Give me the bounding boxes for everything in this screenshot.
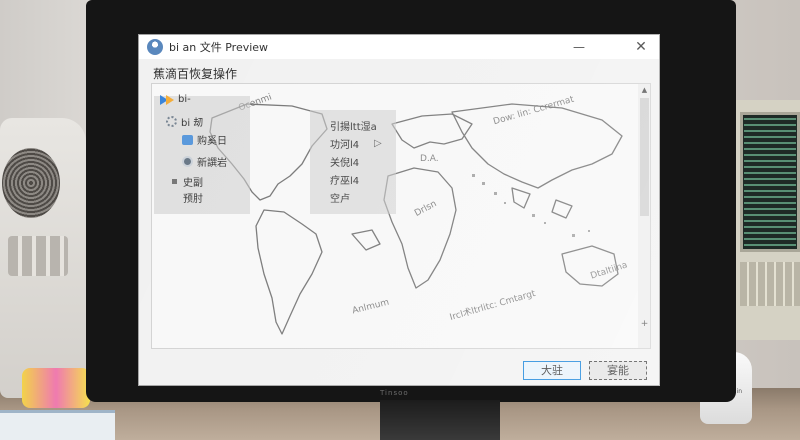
preview-panel[interactable]: Ocenmi Dow: lin: Ccrermat Drlsn Dtaltiin… [151,83,651,349]
preview-dialog: bi an 文件 Preview — ✕ 蕉滴百恢复操作 Ocenmi Dow:… [138,34,660,386]
window-title: bi an 文件 Preview [169,41,269,54]
monitor-stand [380,400,500,440]
scroll-up-button[interactable]: ▲ [638,84,650,96]
expand-arrow-icon[interactable]: ▷ [374,138,382,149]
close-button[interactable]: ✕ [621,35,661,59]
gear-icon [166,116,177,127]
cancel-button[interactable]: 宴能 [589,361,647,380]
circle-icon [182,156,193,167]
confirm-button[interactable]: 大驻 [523,361,581,380]
folder-tree: bi- bi 刼 购奚日 新譔岩 史副 预肘 [154,94,250,214]
scroll-down-button[interactable]: + [638,318,650,330]
tree-item[interactable]: 史副 [172,174,203,189]
tree-item[interactable]: 新譔岩 [182,154,227,169]
dialog-heading: 蕉滴百恢复操作 [153,67,238,81]
retro-screen-text [744,118,796,246]
app-icon [147,39,163,55]
tree-item[interactable]: bi 刼 [166,114,203,129]
tree-item[interactable]: 预肘 [183,190,203,205]
titlebar[interactable]: bi an 文件 Preview — ✕ [139,35,659,59]
retro-keyboard [740,262,800,306]
vertical-scrollbar[interactable]: ▲ + [638,84,650,348]
tree-item-label: 史副 [183,178,203,189]
square-bullet-icon [172,179,177,184]
tree-item-label: 购奚日 [197,136,227,147]
detail-list: 引揚ltt湿a 功河l4 关倪l4 疗巫l4 空卢 ▷ [310,110,396,214]
list-item[interactable]: 功河l4 [330,136,359,151]
colorful-toy [22,368,90,408]
minimize-button[interactable]: — [559,35,599,59]
scroll-thumb[interactable] [640,98,649,216]
tree-item[interactable]: 购奚日 [182,132,227,147]
list-item[interactable]: 引揚ltt湿a [330,118,377,133]
list-item[interactable]: 空卢 [330,190,350,205]
folder-icon [182,134,193,145]
map-label: D.A. [420,154,439,164]
list-item[interactable]: 关倪l4 [330,154,359,169]
play-icon [160,94,174,105]
tree-item-label: bi 刼 [181,118,204,129]
monitor-brand: Tinsoo [380,389,409,397]
fan-buttons [8,236,68,276]
tree-item-root[interactable]: bi- [160,94,191,105]
tree-item-label: 新譔岩 [197,158,227,169]
fan-grill [2,148,60,218]
tree-item-label: bi- [178,94,191,105]
notebook [0,410,115,440]
list-item[interactable]: 疗巫l4 [330,172,359,187]
tree-item-label: 预肘 [183,194,203,205]
